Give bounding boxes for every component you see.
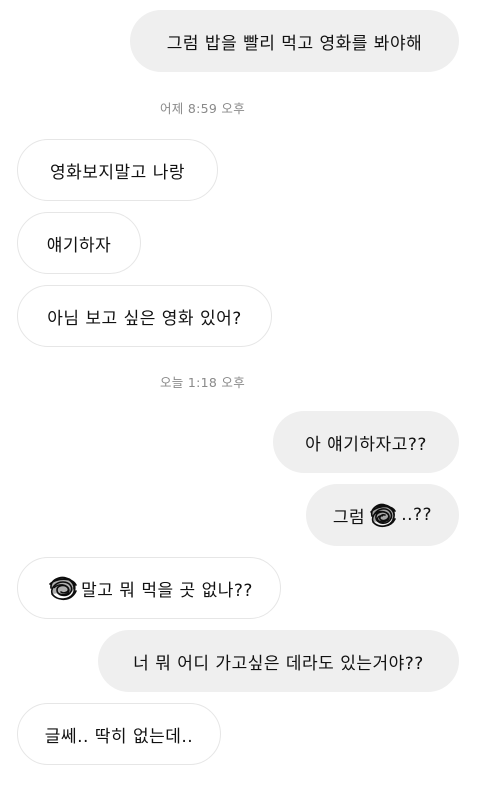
message-text: 영화보지말고 나랑: [49, 162, 186, 183]
incoming-message[interactable]: 아님 보고 싶은 영화 있어?: [17, 285, 272, 347]
message-text: 아님 보고 싶은 영화 있어?: [47, 308, 242, 329]
message-text: 글쎄.. 딱히 없는데..: [44, 726, 194, 747]
message-text: 아 얘기하자고??: [305, 434, 427, 455]
message-text: ..??: [401, 505, 433, 525]
incoming-message[interactable]: 얘기하자: [17, 212, 141, 274]
timestamp: 어제 8:59 오후: [159, 101, 246, 116]
message-text: 그럼 밥을 빨리 먹고 영화를 봐야해: [166, 33, 423, 54]
chat-thread: 그럼 밥을 빨리 먹고 영화를 봐야해 어제 8:59 오후 영화보지말고 나랑…: [0, 0, 480, 790]
incoming-message[interactable]: 말고 뭐 먹을 곳 없나??: [17, 557, 281, 619]
redaction-scribble-icon: [370, 503, 397, 528]
outgoing-message[interactable]: 그럼 밥을 빨리 먹고 영화를 봐야해: [130, 10, 459, 72]
outgoing-message[interactable]: 그럼 ..??: [306, 484, 459, 546]
outgoing-message[interactable]: 아 얘기하자고??: [273, 411, 459, 473]
message-text: 말고 뭐 먹을 곳 없나??: [81, 580, 253, 601]
incoming-message[interactable]: 영화보지말고 나랑: [17, 139, 218, 201]
incoming-message[interactable]: 글쎄.. 딱히 없는데..: [17, 703, 221, 765]
message-text: 그럼: [332, 507, 366, 528]
outgoing-message[interactable]: 너 뭐 어디 가고싶은 데라도 있는거야??: [98, 630, 459, 692]
message-text: 얘기하자: [46, 235, 112, 256]
timestamp: 오늘 1:18 오후: [159, 375, 246, 390]
message-text: 너 뭐 어디 가고싶은 데라도 있는거야??: [133, 653, 424, 674]
redaction-scribble-icon: [49, 576, 77, 601]
